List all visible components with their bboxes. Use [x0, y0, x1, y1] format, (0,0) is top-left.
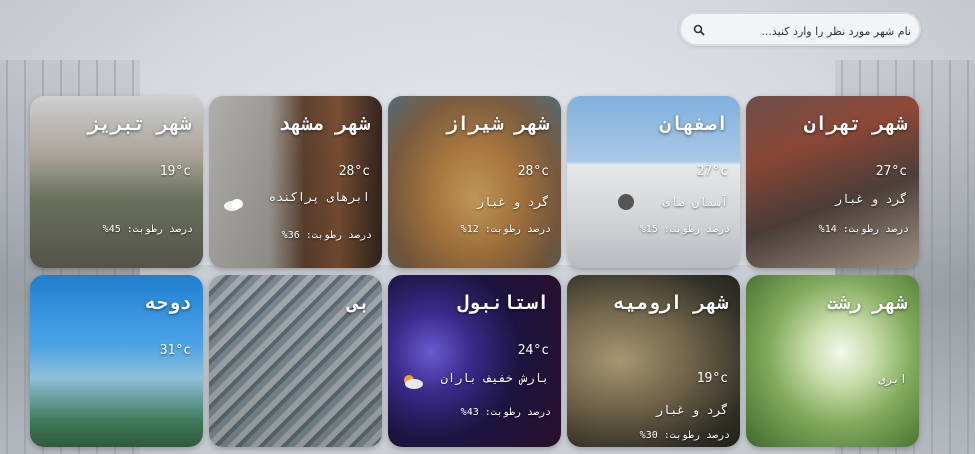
temperature: 24°c [517, 343, 549, 358]
city-name: شهر مشهد [278, 113, 370, 135]
humidity: درصد رطوبت: 12% [460, 224, 551, 235]
city-card-shiraz[interactable]: شهر شیراز 28°c گرد و غبار درصد رطوبت: 12… [388, 96, 561, 268]
city-card-isfahan[interactable]: اصفهان 27°c آسمان صاف درصد رطوبت: 15% [567, 96, 740, 268]
humidity: درصد رطوبت: 36% [281, 230, 372, 241]
city-card-tabriz[interactable]: شهر تبریز 19°c درصد رطوبت: 45% [30, 96, 203, 268]
humidity: درصد رطوبت: 30% [639, 430, 730, 441]
weather-condition: گرد و غبار [476, 195, 549, 209]
temperature: 19°c [696, 371, 728, 386]
city-name: شهر شیراز [446, 113, 549, 135]
search-bar[interactable] [679, 12, 921, 46]
weather-condition: ابری [878, 372, 907, 386]
search-input[interactable] [713, 20, 913, 42]
city-card-doha[interactable]: دوحه 31°c [30, 275, 203, 447]
weather-condition: گرد و غبار [834, 192, 907, 206]
temperature: 28°c [338, 164, 370, 179]
weather-condition: آسمان صاف [662, 195, 728, 209]
city-name: شهر تهران [804, 113, 907, 135]
temperature: 28°c [517, 164, 549, 179]
temperature: 31°c [159, 343, 191, 358]
city-name: بی [347, 292, 370, 314]
city-name: دوحه [145, 292, 191, 314]
search-icon[interactable] [693, 24, 705, 36]
light-rain-icon [404, 375, 423, 389]
city-name: استانبول [457, 292, 549, 314]
temperature: 27°c [875, 164, 907, 179]
temperature: 19°c [159, 164, 191, 179]
city-name: شهر رشت [826, 292, 907, 314]
city-name: اصفهان [659, 113, 728, 135]
city-card-urmia[interactable]: شهر ارومیه 19°c گرد و غبار درصد رطوبت: 3… [567, 275, 740, 447]
weather-condition: بارش خفیف باران [440, 371, 549, 385]
humidity: درصد رطوبت: 14% [818, 224, 909, 235]
city-card-dubai[interactable]: بی [209, 275, 382, 447]
scattered-clouds-icon [224, 199, 243, 211]
humidity: درصد رطوبت: 45% [102, 224, 193, 235]
city-card-tehran[interactable]: شهر تهران 27°c گرد و غبار درصد رطوبت: 14… [746, 96, 919, 268]
temperature: 27°c [696, 164, 728, 179]
city-card-rasht[interactable]: شهر رشت ابری [746, 275, 919, 447]
weather-condition: ابرهای پراکنده [268, 190, 370, 204]
city-name: شهر ارومیه [613, 292, 728, 314]
humidity: درصد رطوبت: 15% [639, 224, 730, 235]
city-card-istanbul[interactable]: استانبول 24°c بارش خفیف باران درصد رطوبت… [388, 275, 561, 447]
city-card-mashhad[interactable]: شهر مشهد 28°c ابرهای پراکنده درصد رطوبت:… [209, 96, 382, 268]
weather-condition: گرد و غبار [655, 403, 728, 417]
humidity: درصد رطوبت: 43% [460, 407, 551, 418]
city-name: شهر تبریز [88, 113, 191, 135]
